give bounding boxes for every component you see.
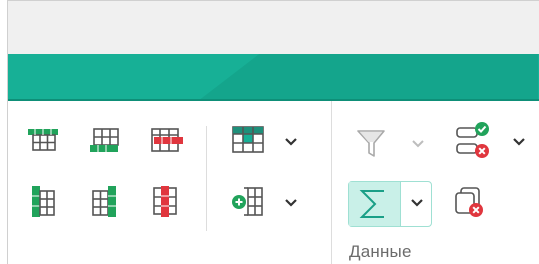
chevron-down-icon[interactable] — [512, 137, 526, 147]
filter-icon[interactable] — [356, 128, 388, 160]
chevron-down-icon[interactable] — [411, 139, 425, 149]
chevron-down-icon[interactable] — [410, 198, 424, 208]
insert-row-above-icon[interactable] — [27, 128, 59, 152]
title-bar — [8, 1, 539, 54]
insert-column-left-icon[interactable] — [31, 185, 57, 219]
separator — [206, 126, 207, 231]
separator — [331, 101, 332, 264]
sigma-icon — [359, 190, 384, 218]
delete-column-icon[interactable] — [153, 185, 179, 219]
group-label-data: Данные — [349, 242, 412, 261]
chevron-down-icon[interactable] — [284, 137, 298, 147]
delete-row-icon[interactable] — [150, 128, 184, 154]
table-style-icon[interactable] — [232, 126, 266, 154]
insert-cells-icon[interactable] — [230, 185, 266, 219]
insert-column-right-icon[interactable] — [92, 185, 118, 219]
chevron-down-icon[interactable] — [284, 198, 298, 208]
remove-icon[interactable] — [454, 186, 488, 220]
data-validation-icon[interactable] — [453, 122, 493, 160]
insert-row-below-icon[interactable] — [89, 128, 121, 154]
tab-strip — [8, 54, 539, 101]
